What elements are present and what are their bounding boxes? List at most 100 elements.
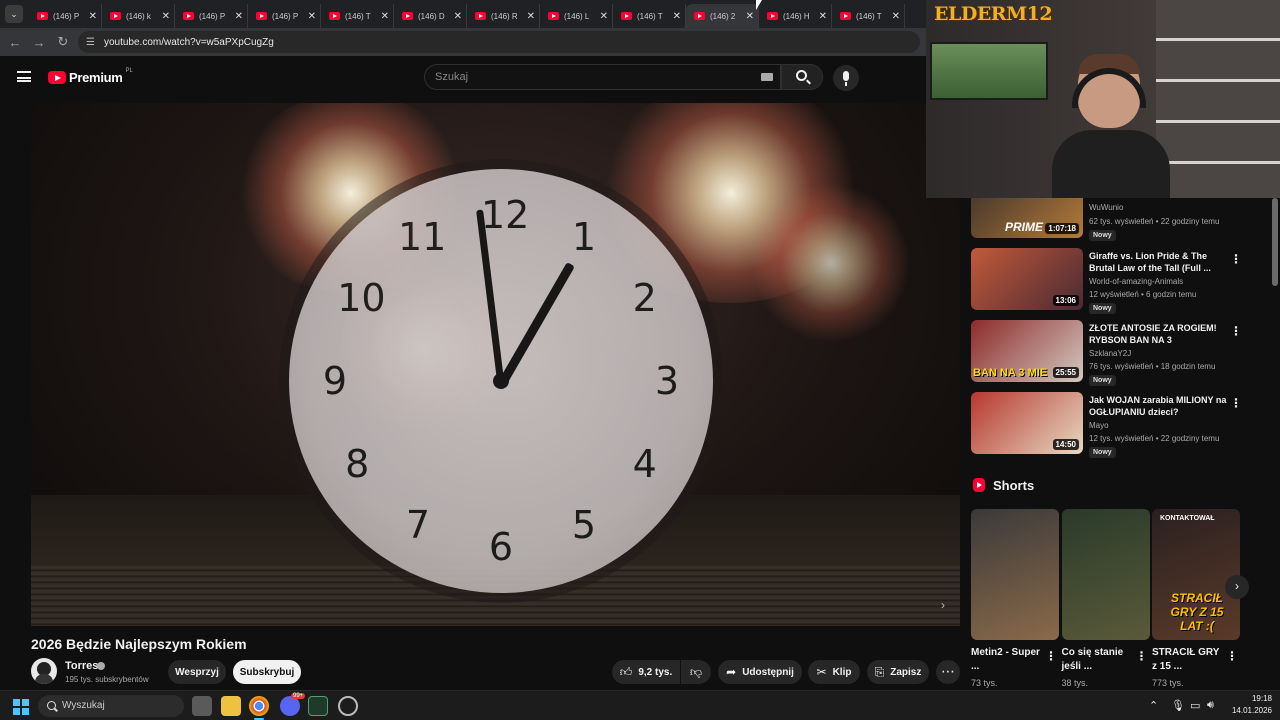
tab-close-icon[interactable]: ✕ [527,11,535,22]
tab-close-icon[interactable]: ✕ [673,11,681,22]
thumbnail-text: PRIME [1005,220,1044,234]
save-button[interactable]: ⎘ Zapisz [867,660,929,684]
obs-icon[interactable] [338,696,358,716]
search-input[interactable]: Szukaj [424,64,781,90]
video-menu-icon[interactable]: ⋮ [1230,396,1242,410]
youtube-favicon-icon [37,12,48,20]
tab-close-icon[interactable]: ✕ [819,11,827,22]
short-title[interactable]: STRACIŁ GRY z 15 ... [1152,646,1224,674]
browser-tab[interactable]: (146) D ✕ [394,4,467,28]
short-menu-icon[interactable]: ⋮ [1136,649,1148,663]
short-thumbnail[interactable]: KONTAKTOWAŁ STRACIŁ GRY Z 15 LAT :( [1152,509,1240,640]
like-button[interactable]: 👍︎ 9,2 tys. [612,660,680,684]
clock-face: 12 1 2 3 4 5 6 7 8 9 10 11 [289,169,713,593]
short-title[interactable]: Co się stanie jeśli ... [1062,646,1134,674]
microphone-tray-icon[interactable]: 🎙︎ [1171,699,1185,712]
short-menu-icon[interactable]: ⋮ [1226,649,1238,663]
thumbs-up-icon: 👍︎ [619,664,633,679]
keyboard-icon[interactable] [761,73,773,81]
youtube-logo[interactable]: Premium PL [48,68,133,85]
browser-tab[interactable]: (146) P ✕ [175,4,248,28]
tab-close-icon[interactable]: ✕ [381,11,389,22]
volume-icon[interactable]: 🔊︎ [1207,699,1214,712]
support-button[interactable]: Wesprzyj [168,660,226,684]
short-menu-icon[interactable]: ⋮ [1045,649,1057,663]
windows-start-icon[interactable] [13,699,29,715]
short-title[interactable]: Metin2 - Super ... [971,646,1043,674]
youtube-favicon-icon [256,12,267,20]
tab-close-icon[interactable]: ✕ [746,11,754,22]
video-thumbnail[interactable]: 13:06 [971,248,1083,310]
video-thumbnail[interactable]: PRIME 1:07:18 [971,198,1083,238]
taskbar-search[interactable]: Wyszukaj [38,695,184,717]
video-title[interactable]: Jak WOJAN zarabia MILIONY na OGŁUPIANIU … [1089,394,1227,418]
browser-tab[interactable]: (146) T ✕ [832,4,905,28]
menu-icon[interactable] [17,71,31,82]
browser-tab[interactable]: (146) k ✕ [102,4,175,28]
tray-overflow-chevron-icon[interactable]: ⌃ [1149,699,1158,712]
voice-search-icon[interactable] [833,65,859,91]
chrome-icon[interactable] [249,696,269,716]
recommended-video[interactable]: BAN NA 3 MIE 25:55 ZŁOTE ANTOSIE ZA ROGIEM… [971,320,1256,386]
browser-tab[interactable]: (146) H ✕ [759,4,832,28]
short-thumbnail[interactable] [1061,509,1150,640]
more-actions-icon[interactable]: ⋯ [936,660,960,684]
video-menu-icon[interactable]: ⋮ [1230,324,1242,338]
search-button[interactable] [781,64,823,90]
video-menu-icon[interactable]: ⋮ [1230,252,1242,266]
tab-close-icon[interactable]: ✕ [235,11,243,22]
display-tray-icon[interactable]: ▭ [1190,699,1200,712]
reload-icon[interactable]: ↻ [51,34,75,50]
video-title[interactable]: Giraffe vs. Lion Pride & The Brutal Law … [1089,250,1227,274]
video-title[interactable]: ZŁOTE ANTOSIE ZA ROGIEM! RYBSON BAN NA 3… [1089,322,1227,346]
subscribe-button[interactable]: Subskrybuj [233,660,301,684]
tab-close-icon[interactable]: ✕ [454,11,462,22]
address-bar[interactable]: ☰ youtube.com/watch?v=w5aPXpCugZg [78,31,920,53]
short-item[interactable]: Metin2 - Super ... 73 tys. ⋮ [971,509,1059,688]
shorts-next-arrow-icon[interactable]: › [1225,575,1249,599]
tab-close-icon[interactable]: ✕ [892,11,900,22]
browser-tab[interactable]: (146) R ✕ [467,4,540,28]
browser-tab[interactable]: (146) P ✕ [248,4,321,28]
short-item[interactable]: KONTAKTOWAŁ STRACIŁ GRY Z 15 LAT :(STRACI… [1152,509,1240,688]
tab-close-icon[interactable]: ✕ [89,11,97,22]
tab-list: (146) P ✕ (146) k ✕ (146) P ✕ (146) P ✕ (146) T ✕… [29,0,905,28]
browser-tab[interactable]: (146) T ✕ [321,4,394,28]
browser-tab[interactable]: (146) P ✕ [29,4,102,28]
video-thumbnail[interactable]: BAN NA 3 MIE 25:55 [971,320,1083,382]
back-arrow-icon[interactable]: ← [3,35,27,50]
tab-search-icon[interactable]: ⌄ [5,5,23,23]
clip-button[interactable]: ✂ Klip [808,660,860,684]
short-overlay-text: STRACIŁ GRY Z 15 LAT :( [1170,591,1224,633]
video-channel[interactable]: WuWunio [1089,203,1123,212]
dislike-button[interactable]: 👎︎ [681,660,711,684]
task-view-icon[interactable] [192,696,212,716]
excel-icon[interactable] [308,696,328,716]
taskbar-date[interactable]: 14.01.2026 [1228,706,1272,715]
tab-close-icon[interactable]: ✕ [162,11,170,22]
tab-close-icon[interactable]: ✕ [308,11,316,22]
file-explorer-icon[interactable] [221,696,241,716]
short-item[interactable]: Co się stanie jeśli ... 38 tys. ⋮ [1061,509,1150,688]
browser-tab[interactable]: (146) T ✕ [613,4,686,28]
page-scrollbar[interactable] [1272,198,1278,286]
channel-avatar[interactable] [31,658,57,684]
video-channel[interactable]: SzklanaY2J [1089,349,1131,358]
site-info-icon[interactable]: ☰ [86,37,95,48]
tab-close-icon[interactable]: ✕ [600,11,608,22]
channel-name[interactable]: Torres [65,660,98,672]
browser-tab[interactable]: (146) 2 ✕ [686,4,759,28]
player-next-icon[interactable]: › [941,598,945,612]
video-channel[interactable]: World-of-amazing-Animals [1089,277,1183,286]
recommended-video[interactable]: 14:50 Jak WOJAN zarabia MILIONY na OGŁUPI… [971,392,1256,458]
short-thumbnail[interactable] [971,509,1059,640]
video-player[interactable]: 12 1 2 3 4 5 6 7 8 9 10 11 › [31,103,960,626]
discord-icon[interactable] [280,696,300,716]
browser-tab[interactable]: (146) L ✕ [540,4,613,28]
video-thumbnail[interactable]: 14:50 [971,392,1083,454]
video-channel[interactable]: Mayo [1089,421,1109,430]
share-button[interactable]: ➦ Udostępnij [718,660,802,684]
recommended-video[interactable]: 13:06 Giraffe vs. Lion Pride & The Brutal… [971,248,1256,314]
taskbar-time[interactable]: 19:18 [1246,694,1272,703]
forward-arrow-icon[interactable]: → [27,35,51,50]
